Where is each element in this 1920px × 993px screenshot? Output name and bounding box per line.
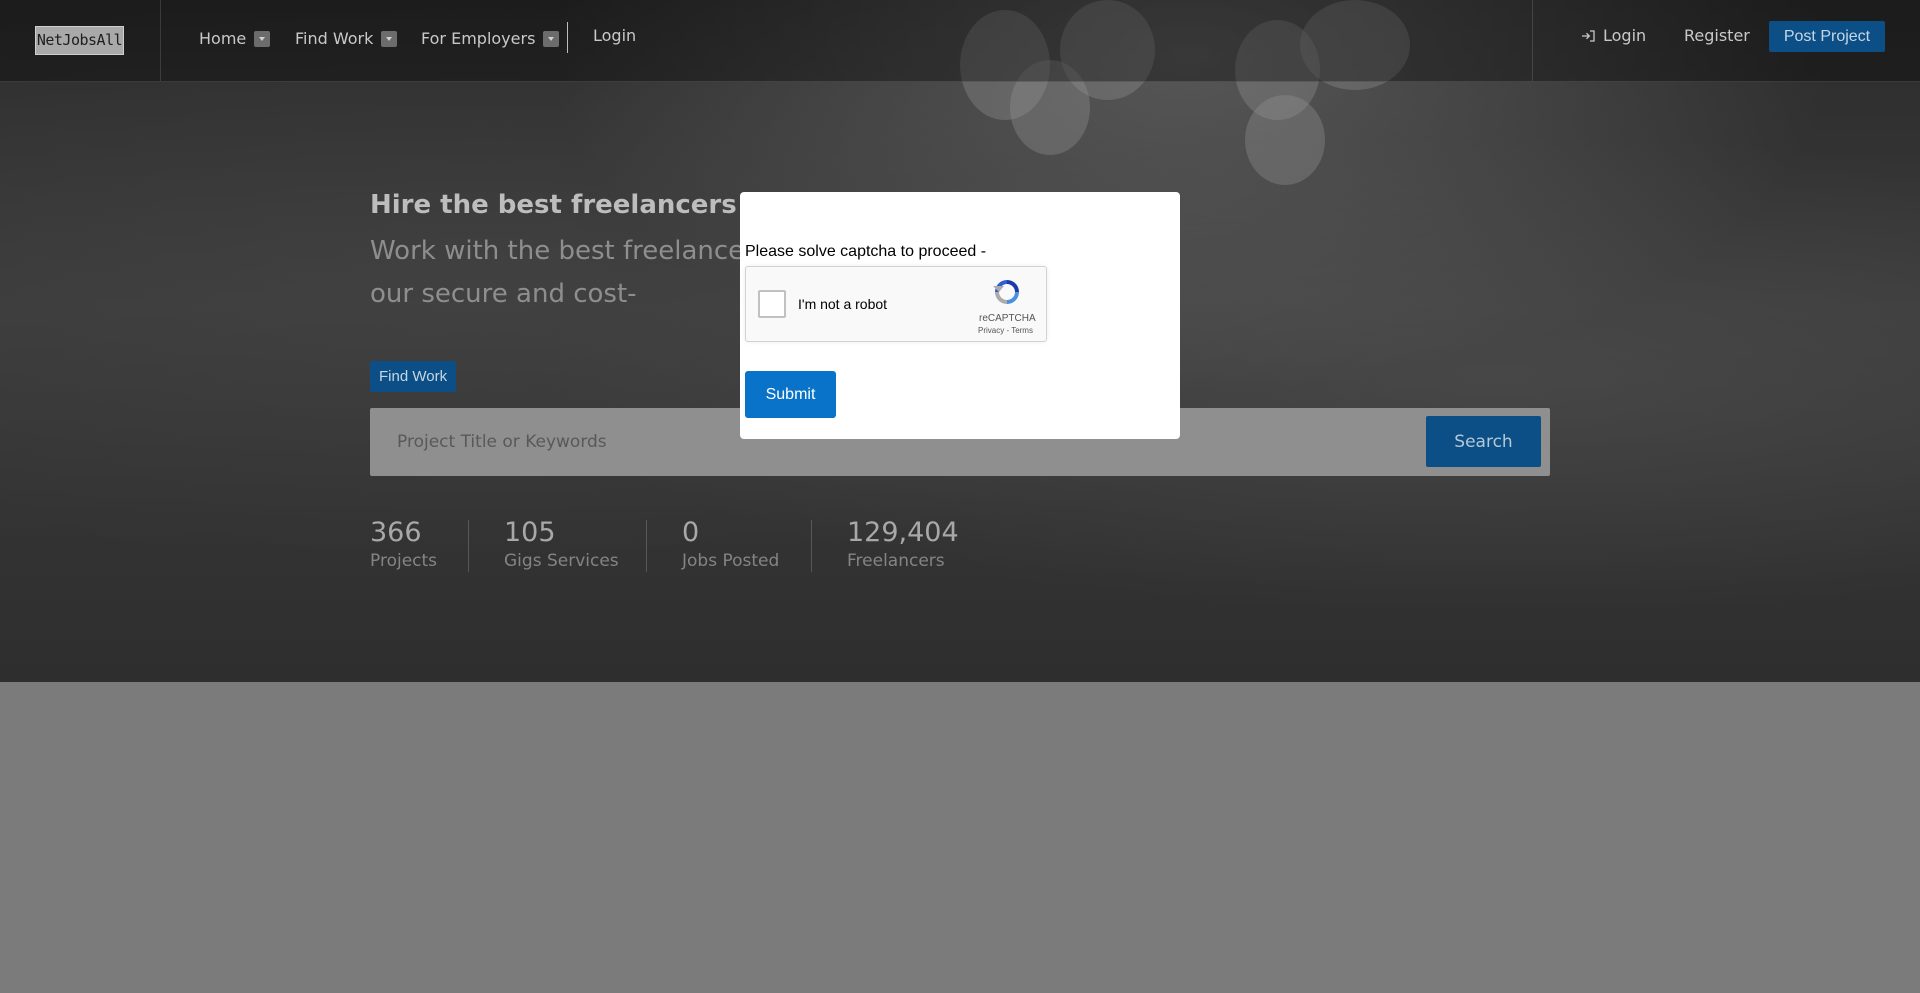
nav-separator — [567, 22, 568, 53]
stat-divider — [646, 520, 647, 572]
search-button[interactable]: Search — [1426, 416, 1541, 467]
stat-value: 0 — [682, 517, 700, 548]
nav-for-employers[interactable]: For Employers — [421, 29, 560, 48]
nav-home[interactable]: Home — [199, 29, 271, 48]
stat-projects: 366 Projects — [370, 516, 437, 574]
stat-value: 105 — [504, 517, 556, 548]
recaptcha-brand: reCAPTCHA — [979, 313, 1036, 324]
login-icon — [1582, 30, 1595, 42]
header-register-link[interactable]: Register — [1684, 26, 1750, 45]
recaptcha-widget: I'm not a robot reCAPTCHA Privacy - Term… — [745, 266, 1047, 342]
stat-gigs: 105 Gigs Services — [504, 516, 619, 574]
site-header: NetJobsAll Home Find Work For Employers … — [0, 0, 1920, 82]
stat-label: Gigs Services — [504, 551, 619, 571]
nav-for-employers-label: For Employers — [421, 29, 536, 48]
captcha-prompt: Please solve captcha to proceed - — [745, 243, 987, 260]
post-project-button[interactable]: Post Project — [1769, 21, 1885, 52]
captcha-modal: Please solve captcha to proceed - I'm no… — [740, 192, 1180, 439]
chevron-down-icon[interactable] — [381, 30, 398, 47]
stat-divider — [468, 520, 469, 572]
stat-jobs: 0 Jobs Posted — [682, 516, 779, 574]
stat-label: Projects — [370, 551, 438, 571]
page-overlay-lower — [0, 682, 1920, 993]
submit-button[interactable]: Submit — [745, 371, 836, 418]
nav-find-work[interactable]: Find Work — [295, 29, 398, 48]
stat-divider — [811, 520, 812, 572]
recaptcha-label: I'm not a robot — [798, 296, 888, 312]
header-login-link[interactable]: Login — [1581, 26, 1646, 45]
stat-value: 129,404 — [847, 517, 959, 548]
find-work-button[interactable]: Find Work — [370, 361, 457, 392]
balloon-decoration — [1245, 95, 1325, 185]
recaptcha-logo-icon — [993, 280, 1019, 304]
recaptcha-privacy-terms[interactable]: Privacy - Terms — [978, 326, 1033, 335]
stat-value: 366 — [370, 517, 422, 548]
site-logo[interactable]: NetJobsAll — [35, 26, 124, 55]
chevron-down-icon[interactable] — [543, 30, 560, 47]
chevron-down-icon[interactable] — [254, 30, 271, 47]
stat-label: Jobs Posted — [682, 551, 780, 571]
header-divider — [160, 0, 161, 81]
header-divider — [1532, 0, 1533, 81]
header-login-label: Login — [1603, 26, 1647, 45]
nav-find-work-label: Find Work — [295, 29, 374, 48]
stat-freelancers: 129,404 Freelancers — [847, 516, 959, 574]
stat-label: Freelancers — [847, 551, 945, 571]
nav-home-label: Home — [199, 29, 247, 48]
recaptcha-checkbox[interactable] — [758, 290, 786, 318]
nav-login-link[interactable]: Login — [593, 26, 636, 45]
